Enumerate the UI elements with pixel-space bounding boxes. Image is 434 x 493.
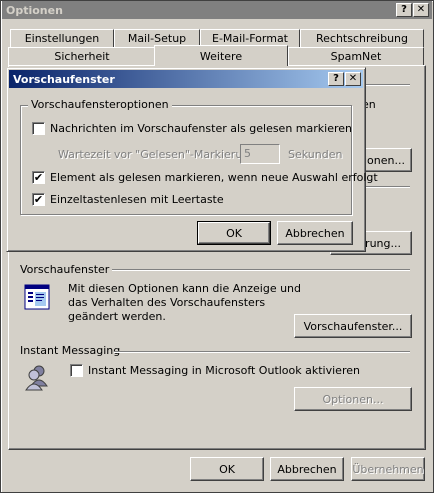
button-label: tionen...	[359, 153, 405, 167]
tab-label: Weitere	[199, 49, 243, 63]
button-label: OK	[219, 462, 235, 476]
close-icon: ✕	[416, 4, 426, 15]
section-divider	[360, 84, 410, 86]
preview-description-line1: Mit diesen Optionen kann die Anzeige und	[68, 282, 302, 295]
tab-weitere[interactable]: Weitere	[154, 45, 288, 66]
button-label: OK	[226, 226, 242, 240]
dialog-help-button[interactable]: ?	[328, 72, 344, 86]
section-divider	[112, 269, 410, 271]
section-divider	[360, 186, 410, 188]
wait-time-label: Wartezeit vor "Gelesen"-Markierung:	[58, 148, 260, 161]
main-title-bar[interactable]: Optionen	[2, 1, 432, 19]
preview-description-line3: geändert werden.	[68, 310, 166, 323]
tab-label: SpamNet	[330, 50, 382, 63]
mark-read-in-preview-checkbox[interactable]	[32, 122, 45, 135]
mark-read-in-preview-label[interactable]: Nachrichten im Vorschaufenster als geles…	[50, 122, 352, 135]
dialog-cancel-button[interactable]: Abbrechen	[277, 221, 353, 245]
help-icon: ?	[401, 4, 407, 15]
tab-sicherheit[interactable]: Sicherheit	[8, 47, 156, 65]
checkmark-icon: ✔	[33, 193, 44, 206]
cancel-button[interactable]: Abbrechen	[270, 457, 344, 481]
help-button[interactable]: ?	[396, 3, 412, 17]
single-key-reading-label[interactable]: Einzeltastenlesen mit Leertaste	[50, 193, 224, 206]
close-icon: ✕	[348, 73, 358, 84]
section-divider	[114, 351, 410, 353]
tab-label: E-Mail-Format	[212, 32, 288, 45]
section-heading-instant-messaging: Instant Messaging	[20, 344, 121, 357]
tab-label: Mail-Setup	[127, 32, 187, 45]
preview-description-line2: das Verhalten des Vorschaufensters	[68, 296, 266, 309]
button-label: rung...	[365, 236, 401, 250]
main-title: Optionen	[6, 3, 63, 17]
tab-label: Rechtschreibung	[315, 32, 408, 45]
dialog-close-button[interactable]: ✕	[345, 72, 361, 86]
wait-time-input[interactable]: 5	[240, 144, 280, 164]
button-label: Abbrechen	[277, 462, 337, 476]
mark-read-on-selection-change-label[interactable]: Element als gelesen markieren, wenn neue…	[50, 171, 378, 184]
dialog-ok-button[interactable]: OK	[197, 221, 271, 245]
im-options-button[interactable]: Optionen...	[294, 387, 412, 411]
apply-button[interactable]: Übernehmen	[351, 457, 425, 481]
dialog-title-bar[interactable]: Vorschaufenster	[9, 70, 363, 88]
ok-button[interactable]: OK	[190, 457, 264, 481]
mark-read-on-selection-change-checkbox[interactable]: ✔	[32, 171, 45, 184]
group-title: Vorschaufensteroptionen	[28, 98, 172, 111]
close-button[interactable]: ✕	[413, 3, 429, 17]
section-heading-vorschaufenster: Vorschaufenster	[20, 263, 110, 276]
button-label: Abbrechen	[285, 226, 345, 240]
tab-label: Sicherheit	[54, 50, 110, 63]
preview-pane-icon	[24, 284, 50, 310]
button-label: Optionen...	[322, 392, 384, 406]
tab-spamnet[interactable]: SpamNet	[288, 47, 424, 65]
button-label: Vorschaufenster...	[303, 319, 403, 333]
wait-time-unit: Sekunden	[288, 148, 343, 161]
button-label: Übernehmen	[352, 462, 424, 476]
single-key-reading-checkbox[interactable]: ✔	[32, 193, 45, 206]
messenger-buddy-icon	[24, 364, 50, 392]
enable-instant-messaging-label[interactable]: Instant Messaging in Microsoft Outlook a…	[88, 364, 360, 377]
help-icon: ?	[333, 73, 339, 84]
enable-instant-messaging-checkbox[interactable]	[70, 364, 83, 377]
tab-label: Einstellungen	[24, 32, 100, 45]
preview-pane-button[interactable]: Vorschaufenster...	[294, 314, 412, 338]
tab-einstellungen[interactable]: Einstellungen	[10, 29, 114, 47]
dialog-title: Vorschaufenster	[13, 72, 115, 86]
tab-rechtschreibung[interactable]: Rechtschreibung	[300, 29, 424, 47]
checkmark-icon: ✔	[33, 171, 44, 184]
